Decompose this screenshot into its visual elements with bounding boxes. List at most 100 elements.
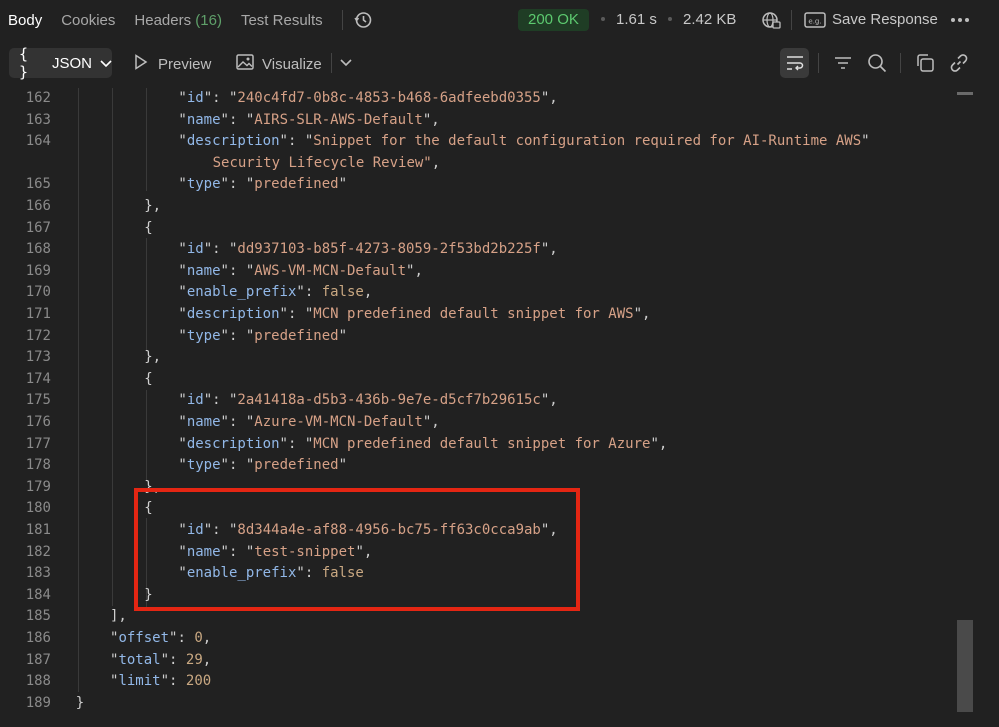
tab-headers[interactable]: Headers (16) — [134, 12, 222, 29]
preview-label: Preview — [158, 55, 212, 73]
line-number: 178 — [25, 457, 51, 474]
response-toolbar: { } JSON Preview Visualize — [0, 44, 999, 82]
json-string-value: MCN predefined default snippet for AWS — [313, 306, 634, 322]
code-line: 189} — [0, 693, 956, 714]
json-key: id — [186, 241, 204, 258]
punctuation: , — [549, 392, 558, 409]
json-string-value: predefined — [254, 176, 339, 193]
punctuation: ], — [110, 608, 127, 625]
code-text: "offset": 0, — [110, 630, 212, 646]
json-key: type — [186, 327, 221, 344]
toolbar-divider — [818, 53, 819, 73]
line-number: 188 — [25, 673, 51, 690]
code-text: }, — [144, 196, 161, 217]
code-text: "limit": 200 — [110, 673, 212, 690]
json-string-value: Snippet for the default configuration re… — [313, 133, 862, 150]
tab-test-results[interactable]: Test Results — [241, 12, 323, 29]
punctuation: { — [144, 219, 153, 236]
json-key: description — [186, 133, 280, 150]
code-text: "description": "MCN predefined default s… — [178, 435, 668, 452]
line-number: 177 — [25, 435, 51, 452]
response-time[interactable]: 1.61 s — [616, 11, 657, 28]
json-key: name — [186, 111, 221, 128]
response-size[interactable]: 2.42 KB — [683, 11, 736, 28]
line-number: 165 — [25, 176, 51, 193]
json-string-value: AWS-VM-MCN-Default — [254, 262, 406, 279]
visualize-button[interactable]: Visualize — [236, 54, 322, 74]
line-number: 163 — [25, 111, 51, 128]
network-globe-icon[interactable] — [759, 8, 783, 32]
line-number: 181 — [25, 522, 51, 538]
copy-icon[interactable] — [913, 51, 937, 75]
code-text: } — [76, 693, 84, 714]
format-dropdown[interactable]: { } JSON — [9, 45, 112, 81]
line-number: 180 — [25, 500, 51, 517]
save-example-icon[interactable]: e.g. — [803, 8, 827, 32]
json-literal-value: 29 — [185, 651, 203, 668]
chevron-down-icon — [100, 55, 112, 72]
status-badge[interactable]: 200 OK — [518, 9, 589, 31]
json-string-value: Azure-VM-MCN-Default — [254, 414, 423, 430]
tab-body[interactable]: Body — [8, 12, 42, 29]
code-line: 177 "description": "MCN predefined defaul… — [0, 434, 956, 455]
json-key: limit — [118, 673, 161, 690]
code-text: ], — [110, 606, 127, 627]
line-number: 189 — [25, 694, 51, 711]
json-key: description — [186, 306, 280, 322]
json-string-value: predefined — [254, 457, 339, 474]
scrollbar-thumb[interactable] — [957, 620, 973, 712]
punctuation: , — [658, 435, 668, 452]
json-string-value: 2a41418a-d5b3-436b-9e7e-d5cf7b29615c — [237, 392, 541, 409]
filter-icon[interactable] — [831, 51, 855, 75]
line-number: 171 — [25, 306, 51, 322]
punctuation: , — [431, 111, 440, 128]
code-text: { — [144, 218, 152, 239]
json-key: id — [186, 392, 204, 409]
tab-cookies[interactable]: Cookies — [61, 12, 115, 29]
code-line: 174 { — [0, 369, 956, 390]
response-body-editor[interactable]: 162 "id": "240c4fd7-0b8c-4853-b468-6adfee… — [0, 88, 956, 727]
code-line: 166}, — [0, 196, 956, 217]
json-key: type — [186, 176, 221, 193]
punctuation: , — [202, 651, 212, 668]
code-line: 187 "total": 29, — [0, 650, 956, 671]
code-line: 170 "enable_prefix": false, — [0, 282, 956, 303]
code-line: 172 "type": "predefined" — [0, 326, 956, 347]
search-icon[interactable] — [865, 51, 889, 75]
code-line: 175 "id": "2a41418a-d5b3-436b-9e7e-d5cf7b… — [0, 390, 956, 411]
code-text: "enable_prefix": false, — [178, 284, 373, 301]
json-key: description — [186, 435, 280, 452]
more-options-icon[interactable] — [948, 8, 972, 32]
line-number: 169 — [25, 262, 51, 279]
link-icon[interactable] — [947, 51, 971, 75]
wrap-lines-icon[interactable] — [780, 48, 809, 78]
scroll-marker — [957, 92, 973, 95]
visualize-label: Visualize — [262, 55, 322, 73]
meta-divider — [791, 10, 792, 30]
line-number: 167 — [25, 219, 51, 236]
json-key: type — [186, 457, 221, 474]
code-line: 178 "type": "predefined" — [0, 455, 956, 476]
headers-count: (16) — [195, 11, 222, 29]
json-string-value: AIRS-SLR-AWS-Default — [254, 111, 423, 128]
code-line: 163 "name": "AIRS-SLR-AWS-Default", — [0, 110, 956, 131]
preview-button[interactable]: Preview — [134, 54, 211, 74]
chevron-down-icon[interactable] — [334, 51, 358, 75]
history-icon[interactable] — [351, 8, 375, 32]
code-line: 165 "type": "predefined" — [0, 174, 956, 195]
line-number: 174 — [25, 370, 51, 387]
line-number: 173 — [25, 349, 51, 366]
json-string-value: Security Lifecycle Review" — [212, 154, 432, 171]
punctuation: , — [202, 630, 212, 646]
json-key: enable_prefix — [186, 284, 297, 301]
save-response-button[interactable]: Save Response — [832, 11, 938, 28]
code-text: "id": "2a41418a-d5b3-436b-9e7e-d5cf7b296… — [178, 392, 558, 409]
punctuation: , — [549, 90, 558, 106]
tab-headers-label: Headers — [134, 11, 192, 29]
code-text: "type": "predefined" — [178, 176, 348, 193]
code-line: 188 "limit": 200 — [0, 671, 956, 692]
line-number: 183 — [25, 565, 51, 582]
code-line: 173}, — [0, 347, 956, 368]
line-number: 166 — [25, 198, 51, 214]
line-number: 164 — [25, 133, 51, 150]
